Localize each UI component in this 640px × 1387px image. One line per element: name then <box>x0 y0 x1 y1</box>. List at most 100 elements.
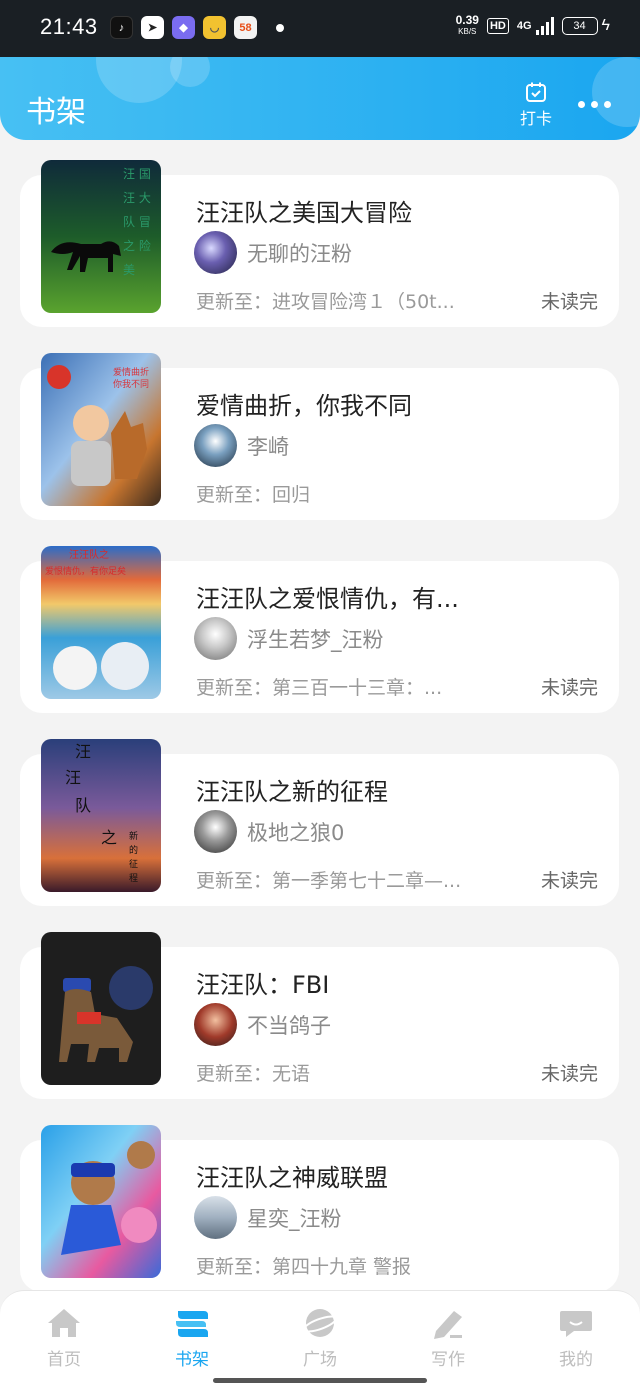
status-bar: 21:43 ♪ ➤ ◆ ◡ 58 0.39 KB/S HD 4G 34 ϟ <box>0 0 640 57</box>
book-title: 汪汪队：FBI <box>196 971 330 999</box>
cover-art: 爱情曲折 你我不同 <box>41 353 161 506</box>
author-avatar <box>194 1003 237 1046</box>
latest-update: 更新至：第一季第七十二章—... <box>196 870 462 892</box>
book-cover[interactable]: 爱情曲折 你我不同 <box>41 353 161 506</box>
latest-update: 更新至：进攻冒险湾１（50t... <box>196 291 455 313</box>
book-card[interactable]: 汪 汪 队 之 新 的 征 程 汪汪队之新的征程 极地之狼0 更新至：第一季第七… <box>20 739 619 906</box>
tab-home[interactable]: 首页 <box>24 1307 104 1370</box>
author-avatar <box>194 1196 237 1239</box>
status-indicators: 0.39 KB/S HD 4G 34 ϟ <box>456 14 610 38</box>
cover-art: 汪汪队之 爱恨情仇，有你足矣 <box>41 546 161 699</box>
app-arrow-icon: ➤ <box>141 16 164 39</box>
net-speed-value: 0.39 <box>455 13 479 27</box>
author-name: 李崎 <box>247 434 289 459</box>
cover-art: 汪 汪 队 之 新 的 征 程 <box>41 739 161 892</box>
tab-write[interactable]: 写作 <box>408 1307 488 1370</box>
pencil-icon <box>434 1311 462 1339</box>
book-author: 李崎 <box>194 424 289 467</box>
book-title: 汪汪队之神威联盟 <box>196 1164 388 1192</box>
author-avatar <box>194 424 237 467</box>
unread-badge: 未读完 <box>540 291 598 313</box>
author-name: 浮生若梦_汪粉 <box>247 627 384 652</box>
tab-profile[interactable]: 我的 <box>536 1307 616 1370</box>
author-avatar <box>194 231 237 274</box>
author-name: 极地之狼0 <box>247 820 345 845</box>
latest-update: 更新至：无语 <box>196 1063 311 1085</box>
tab-square[interactable]: 广场 <box>280 1307 360 1370</box>
book-cover[interactable] <box>41 932 161 1085</box>
book-cover[interactable]: 汪 汪 队 之 新 的 征 程 <box>41 739 161 892</box>
svg-text:的: 的 <box>129 844 138 856</box>
svg-text:汪: 汪 <box>65 768 81 787</box>
tab-bookshelf[interactable]: 书架 <box>152 1307 232 1370</box>
book-cover[interactable]: 汪汪队之 爱恨情仇，有你足矣 <box>41 546 161 699</box>
book-card[interactable]: 爱情曲折 你我不同 爱情曲折，你我不同 李崎 更新至：回归 <box>20 353 619 520</box>
svg-text:汪: 汪 <box>75 742 91 761</box>
cover-art <box>41 1125 161 1278</box>
book-card[interactable]: 汪汪队之 爱恨情仇，有你足矣 汪汪队之爱恨情仇，有... 浮生若梦_汪粉 更新至… <box>20 546 619 713</box>
latest-update: 更新至：回归 <box>196 484 311 506</box>
svg-text:汪 国: 汪 国 <box>123 167 151 181</box>
svg-text:爱恨情仇，有你足矣: 爱恨情仇，有你足矣 <box>45 565 126 577</box>
svg-text:征: 征 <box>129 859 138 870</box>
author-name: 不当鸽子 <box>247 1013 331 1038</box>
svg-text:之 险: 之 险 <box>123 238 151 253</box>
book-author: 星奕_汪粉 <box>194 1196 342 1239</box>
battery-level: 34 <box>561 17 598 35</box>
home-indicator[interactable] <box>213 1378 427 1383</box>
svg-text:队: 队 <box>75 796 91 815</box>
planet-icon <box>302 1309 338 1337</box>
app-purple-icon: ◆ <box>172 16 195 39</box>
svg-text:汪汪队之: 汪汪队之 <box>69 548 109 561</box>
svg-text:美: 美 <box>123 263 135 277</box>
chat-bubble-icon <box>560 1311 592 1337</box>
book-card[interactable]: 汪汪队之神威联盟 星奕_汪粉 更新至：第四十九章 警报 <box>20 1125 619 1292</box>
book-card[interactable]: 汪 国 汪 大 队 冒 之 险 美 汪汪队之美国大冒险 无聊的汪粉 更新至：进攻… <box>20 160 619 327</box>
book-author: 极地之狼0 <box>194 810 344 853</box>
author-name: 星奕_汪粉 <box>247 1206 342 1231</box>
book-card[interactable]: 汪汪队：FBI 不当鸽子 更新至：无语 未读完 <box>20 932 619 1099</box>
calendar-check-icon <box>526 82 546 102</box>
bottom-tab-bar: 首页 书架 广场 写作 我的 <box>0 1290 640 1387</box>
decor-bubble <box>592 57 640 127</box>
svg-text:新: 新 <box>129 830 138 842</box>
charging-icon: ϟ <box>601 17 610 34</box>
home-icon <box>48 1309 80 1337</box>
svg-text:队 冒: 队 冒 <box>123 214 151 229</box>
decor-bubble <box>96 57 182 103</box>
book-cover[interactable] <box>41 1125 161 1278</box>
tab-label: 广场 <box>303 1350 337 1370</box>
svg-text:程: 程 <box>129 873 138 884</box>
app-header: 书架 打卡 <box>0 57 640 140</box>
cover-art <box>41 932 161 1085</box>
douyin-icon: ♪ <box>110 16 133 39</box>
app-58-icon: 58 <box>234 16 257 39</box>
svg-text:爱情曲折: 爱情曲折 <box>113 366 149 378</box>
tab-label: 我的 <box>559 1350 593 1370</box>
tab-label: 写作 <box>431 1350 465 1370</box>
more-notifications-dot <box>276 24 284 32</box>
author-avatar <box>194 617 237 660</box>
svg-text:之: 之 <box>101 828 117 847</box>
book-author: 无聊的汪粉 <box>194 231 352 274</box>
book-cover[interactable]: 汪 国 汪 大 队 冒 之 险 美 <box>41 160 161 313</box>
decor-bubble <box>170 57 210 87</box>
page-title: 书架 <box>26 95 86 130</box>
unread-badge: 未读完 <box>540 677 598 699</box>
checkin-label: 打卡 <box>519 109 552 128</box>
book-title: 汪汪队之新的征程 <box>196 778 388 806</box>
signal-icon <box>535 17 554 35</box>
network-speed: 0.39 KB/S <box>456 14 479 38</box>
latest-update: 更新至：第三百一十三章：... <box>196 677 443 699</box>
svg-text:汪 大: 汪 大 <box>123 191 151 205</box>
bookshelf-icon <box>176 1311 208 1337</box>
more-options-icon[interactable] <box>578 101 611 108</box>
cover-art: 汪 国 汪 大 队 冒 之 险 美 <box>41 160 161 313</box>
checkin-button[interactable]: 打卡 <box>516 81 556 129</box>
book-title: 爱情曲折，你我不同 <box>196 392 412 420</box>
book-author: 浮生若梦_汪粉 <box>194 617 384 660</box>
book-author: 不当鸽子 <box>194 1003 331 1046</box>
battery-icon: 34 ϟ <box>561 17 610 35</box>
network-type: 4G <box>516 20 532 32</box>
tab-label: 书架 <box>175 1350 209 1370</box>
